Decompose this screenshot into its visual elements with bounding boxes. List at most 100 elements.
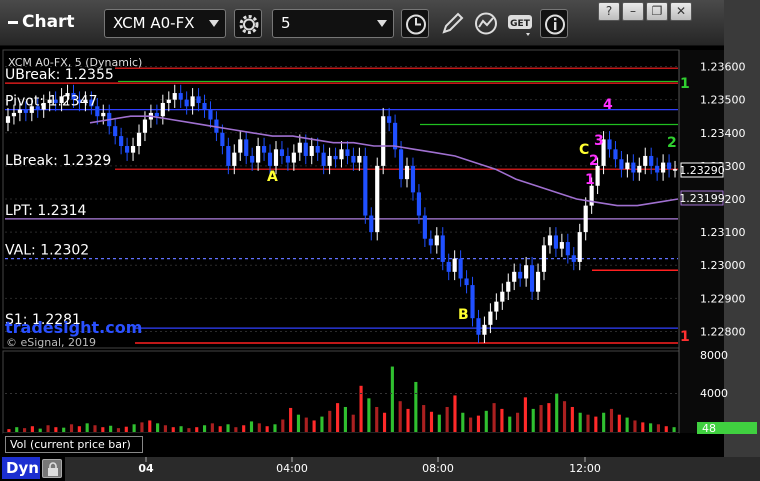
candle-body [345,149,350,156]
candle-body [607,139,612,150]
volume-bar [265,426,269,432]
volume-bar [15,427,19,432]
candle-body [375,165,380,233]
volume-bar [179,426,183,432]
candle-body [279,149,285,156]
volume-bar [649,423,653,432]
volume-bar [508,416,512,432]
candle-body [267,152,273,166]
candle-body [327,155,332,166]
candle-body [482,324,487,335]
last-volume-label: 48 [702,422,716,435]
candle-body [613,149,618,160]
candle-body [518,271,523,279]
annotation-magenta-1: 1 [585,172,595,188]
price-tick-label: 1.23000 [700,259,746,272]
candle-body [5,116,11,123]
volume-bar [609,408,614,432]
annotation-magenta-2: 2 [589,153,599,169]
volume-bar [101,427,105,432]
volume-bar [320,416,324,432]
volume-bar [69,424,74,432]
volume-bar [625,417,629,432]
time-tick-label: 12:00 [569,462,601,475]
volume-bar [586,414,590,432]
volume-bar [116,428,121,432]
candle-body [220,132,225,147]
candle-body [512,271,517,282]
candle-body [119,136,124,147]
candle-body [333,155,338,160]
volume-bar [382,412,387,432]
candle-body [553,235,558,249]
candle-body [101,112,106,117]
candle-body [250,155,255,163]
candle-body [23,109,28,113]
volume-bar [195,427,199,432]
volume-bar [249,421,254,432]
candle-body [619,159,624,170]
volume-bar [602,412,606,432]
volume-bar [445,406,449,432]
candle-body [256,146,261,163]
level-label-val: VAL: 1.2302 [5,243,89,259]
volume-bar [414,381,418,432]
dyn-button[interactable]: Dyn [2,457,40,479]
candle-body [285,155,290,163]
price-tick-label: 1.23100 [700,226,746,239]
annotation-magenta-4: 4 [603,97,613,113]
lock-button[interactable] [42,459,62,478]
candle-body [404,165,410,180]
candle-body [577,232,582,262]
candle-body [363,155,368,216]
level-label-lbreak: LBreak: 1.2329 [5,153,111,169]
volume-bar [437,414,441,432]
volume-bar [594,416,598,432]
annotation-A: A [267,169,278,185]
candle-body [398,149,404,180]
volume-bar [672,427,676,432]
volume-bar [633,420,637,432]
volume-bar [336,403,340,432]
volume-bar [641,422,645,432]
candle-body [154,112,159,117]
volume-bar [46,425,50,432]
candle-body [11,112,17,117]
volume-bar [406,408,410,432]
level-label-pivot: Pivot: 1.2347 [5,94,98,110]
price-tick-label: 1.23400 [700,127,746,140]
volume-bar [202,425,207,432]
candle-body [458,258,463,279]
volume-bar [570,406,574,432]
candle-body [452,258,457,272]
candle-body [470,285,475,319]
price-tick-label: 1.22900 [700,292,746,305]
volume-bar [273,424,277,432]
level-label-ubreak: UBreak: 1.2355 [5,67,114,83]
candle-body [17,109,22,113]
volume-bar [218,426,222,432]
candle-body [655,165,660,173]
candle-body [339,149,344,160]
candle-body [583,205,588,233]
volume-bar [500,408,504,432]
candle-body [130,146,136,153]
candle-body [238,139,243,153]
candle-body [369,215,374,233]
candle-body [351,155,356,163]
candle-body [476,318,481,335]
volume-bar [453,395,457,432]
candle-body [178,93,183,100]
volume-bar [22,428,27,432]
volume-study-label[interactable]: Vol (current price bar) [5,436,143,453]
price-tick-label: 1.23600 [700,61,746,74]
chart-area[interactable]: XCM A0-FX, 5 (Dynamic) UBreak: 1.2355Piv… [0,0,760,481]
volume-bar [210,423,214,432]
candle-body [666,162,672,170]
candle-body [160,102,165,117]
volume-bar [132,424,136,432]
volume-bar [234,427,238,432]
candle-body [309,146,314,156]
price-tick-label: 1.22800 [700,325,746,338]
ma-value-label: 1.23199 [679,192,725,205]
